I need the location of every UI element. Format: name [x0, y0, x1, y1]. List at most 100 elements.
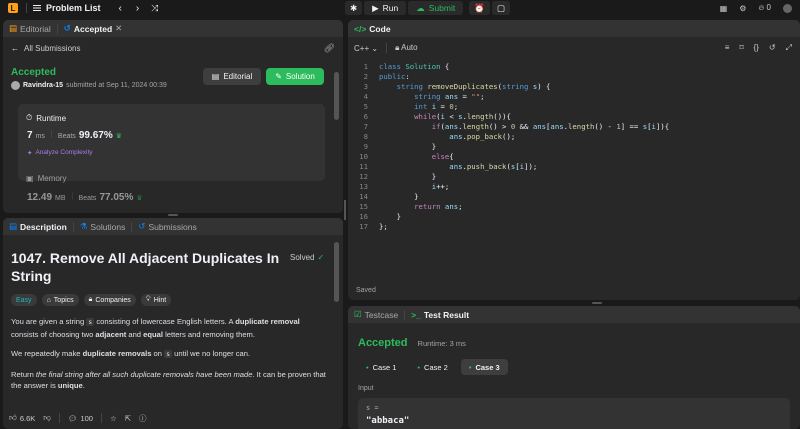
topics-tag[interactable]: ⌂ Topics — [41, 294, 79, 306]
history-icon: ↺ — [63, 23, 71, 33]
resize-handle[interactable] — [168, 214, 178, 216]
braces-icon[interactable]: {} — [754, 43, 759, 53]
submit-button[interactable]: ☁ Submit — [408, 1, 464, 15]
scrollbar[interactable] — [334, 72, 339, 120]
close-icon[interactable]: ✕ — [115, 23, 122, 34]
back-to-submissions[interactable]: ← All Submissions — [11, 44, 80, 53]
divider — [58, 413, 60, 423]
editor-actions: ≡ ⌑ {} ↺ ⤢ — [725, 43, 792, 53]
terminal-icon: >_ — [411, 309, 421, 320]
dot-icon: • — [468, 362, 472, 372]
star-icon[interactable]: ☆ — [110, 414, 117, 423]
prev-problem-icon[interactable]: ‹ — [119, 3, 122, 14]
case-3-tab[interactable]: • Case 3 — [460, 359, 508, 375]
streak-counter[interactable]: 🔥︎ 0 — [758, 3, 771, 13]
problem-title[interactable]: 1047. Remove All Adjacent Duplicates In … — [11, 249, 281, 285]
auto-mode[interactable]: 🔒︎ Auto — [395, 43, 418, 53]
case-2-tab[interactable]: • Case 2 — [409, 359, 455, 375]
tab-test-result[interactable]: >_ Test Result — [411, 310, 469, 320]
scrollbar[interactable] — [334, 242, 339, 302]
solution-button-label: Solution — [285, 72, 315, 81]
problem-tags: Easy ⌂ Topics 🔒︎ Companies 💡︎ Hint — [11, 294, 172, 306]
language-select[interactable]: C++ ⌄ — [354, 44, 378, 53]
submitted-time: submitted at Sep 11, 2024 00:39 — [66, 82, 167, 89]
comments-button[interactable]: 💬︎ 100 — [68, 414, 93, 423]
test-panel-tabs: ☑ Testcase >_ Test Result — [348, 306, 800, 323]
lightbulb-icon: 💡︎ — [145, 296, 151, 303]
help-icon[interactable]: ⓘ — [139, 413, 147, 424]
comment-icon: 💬︎ — [67, 413, 78, 423]
tab-editorial[interactable]: ▤ Editorial — [9, 23, 51, 34]
editorial-button[interactable]: ▤ Editorial — [203, 68, 261, 85]
problem-list-button[interactable]: Problem List — [33, 3, 101, 13]
shuffle-icon[interactable]: ⤨ — [151, 3, 158, 14]
tab-accepted[interactable]: ↺ Accepted ✕ — [64, 23, 123, 34]
fire-icon: 🔥︎ — [758, 3, 765, 12]
case-1-tab[interactable]: • Case 1 — [358, 359, 404, 375]
p1-text: consisting of lowercase English letters.… — [94, 317, 236, 326]
paragraph-3: Return the final string after all such d… — [11, 369, 329, 392]
solution-button[interactable]: ✎ Solution — [266, 68, 324, 85]
next-problem-icon[interactable]: › — [136, 3, 139, 14]
avatar[interactable] — [783, 3, 792, 13]
thumbs-down-icon[interactable]: 👎︎ — [43, 413, 51, 423]
share-icon[interactable]: ⇱ — [125, 414, 131, 423]
divider — [72, 221, 74, 232]
memory-header[interactable]: ▣ Memory — [26, 174, 66, 183]
lock-icon: 🔒︎ — [395, 43, 400, 52]
inline-code: s — [164, 350, 173, 358]
like-button[interactable]: 👍︎ 6.6K — [9, 413, 35, 423]
trophy-icon: ♛ — [115, 133, 123, 140]
hint-tag[interactable]: 💡︎ Hint — [140, 294, 172, 306]
p1-text: consists of choosing two — [11, 329, 96, 339]
fullscreen-icon[interactable]: ⤢ — [786, 43, 792, 53]
tab-submissions[interactable]: ↺ Submissions — [138, 221, 196, 232]
case-3-label: Case 3 — [475, 362, 500, 372]
companies-tag[interactable]: 🔒︎ Companies — [83, 294, 136, 306]
top-right-controls: ▦ ⚙ 🔥︎ 0 — [720, 0, 792, 16]
case-tabs: • Case 1 • Case 2 • Case 3 — [358, 359, 508, 375]
vertical-resize-handle[interactable] — [344, 200, 346, 220]
lock-icon: 🔒︎ — [88, 296, 93, 303]
debug-button[interactable]: ✱ — [345, 1, 363, 15]
tab-test-result-label: Test Result — [423, 309, 470, 320]
paragraph-2: We repeatedly make duplicate removals on… — [11, 348, 329, 361]
user-avatar[interactable] — [11, 81, 20, 90]
leetcode-logo-icon[interactable]: L — [8, 3, 18, 13]
topics-label: Topics — [53, 296, 74, 304]
resize-handle[interactable] — [592, 302, 602, 304]
runtime-card[interactable]: ⏱ Runtime 7 ms Beats 99.67% ♛ ✦ Analyze Co… — [18, 104, 325, 181]
tab-accepted-label: Accepted — [73, 23, 113, 34]
code-icon: </> — [354, 23, 367, 34]
link-icon[interactable]: 🔗︎ — [324, 43, 335, 54]
submission-meta: Ravindra-15 submitted at Sep 11, 2024 00… — [11, 81, 167, 90]
bookmark-icon[interactable]: ⌑ — [739, 43, 743, 53]
upload-icon: ☁ — [416, 2, 425, 13]
like-count: 6.6K — [19, 413, 36, 423]
p3-bold: unique — [57, 381, 83, 390]
submission-status: Accepted — [11, 67, 57, 78]
editorial-button-label: Editorial — [223, 72, 253, 81]
dot-icon: • — [417, 362, 421, 372]
problem-list-label: Problem List — [46, 3, 101, 13]
thumbs-up-icon: 👍︎ — [9, 413, 17, 422]
analyze-complexity-link[interactable]: ✦ Analyze Complexity — [27, 149, 93, 157]
layout-grid-icon[interactable]: ▦ — [720, 4, 728, 13]
input-var: s = — [366, 404, 379, 412]
tab-description[interactable]: ▤ Description — [9, 221, 67, 232]
tab-solutions[interactable]: ⚗ Solutions — [80, 221, 126, 232]
tab-code[interactable]: </> Code — [354, 24, 391, 34]
run-button[interactable]: ▶ Run — [364, 1, 407, 15]
tab-solutions-label: Solutions — [90, 221, 126, 232]
checkbox-icon: ☑ — [354, 309, 362, 319]
reset-icon[interactable]: ↺ — [769, 43, 776, 53]
notes-button[interactable]: ▢ — [491, 1, 510, 15]
username[interactable]: Ravindra-15 — [23, 82, 63, 89]
input-value: "abbaca" — [366, 416, 410, 426]
timer-button[interactable]: ⏰ — [469, 1, 490, 15]
settings-icon[interactable]: ⚙ — [739, 4, 746, 13]
run-submit-group: ✱ ▶ Run ☁ Submit ⏰ ▢ — [345, 0, 510, 16]
tab-testcase[interactable]: ☑ Testcase — [354, 309, 398, 320]
format-icon[interactable]: ≡ — [725, 43, 730, 53]
history-icon: ↺ — [138, 221, 146, 231]
